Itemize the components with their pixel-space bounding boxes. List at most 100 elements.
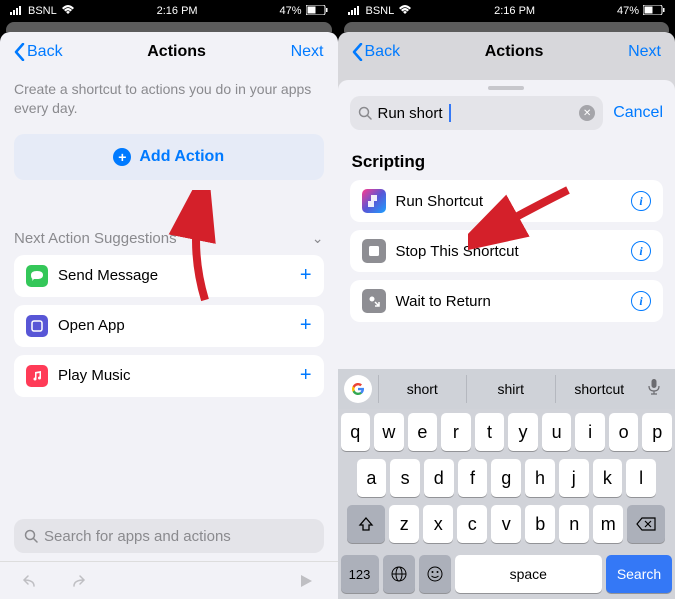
wifi-icon [61, 5, 75, 18]
description-text: Create a shortcut to actions you do in y… [14, 80, 324, 118]
key-globe[interactable] [383, 555, 415, 593]
key-z[interactable]: z [389, 505, 419, 543]
info-icon[interactable]: i [631, 291, 651, 311]
result-run-shortcut[interactable]: Run Shortcut i [350, 180, 664, 222]
cancel-button[interactable]: Cancel [613, 104, 663, 122]
key-c[interactable]: c [457, 505, 487, 543]
key-n[interactable]: n [559, 505, 589, 543]
sheet-grabber[interactable] [488, 86, 524, 90]
key-g[interactable]: g [491, 459, 521, 497]
microphone-icon[interactable] [647, 378, 669, 401]
key-emoji[interactable] [419, 555, 451, 593]
search-field[interactable]: Search for apps and actions [14, 519, 324, 553]
right-screenshot: BSNL 2:16 PM 47% Back Actions Next Run s… [338, 0, 675, 599]
suggestion-label: Send Message [58, 267, 300, 284]
clear-icon[interactable]: ✕ [579, 105, 595, 121]
result-stop-shortcut[interactable]: Stop This Shortcut i [350, 230, 664, 272]
key-m[interactable]: m [593, 505, 623, 543]
left-screenshot: BSNL 2:16 PM 47% Back Actions Next Creat… [0, 0, 338, 599]
add-icon: + [300, 314, 312, 337]
key-t[interactable]: t [475, 413, 505, 451]
key-r[interactable]: r [441, 413, 471, 451]
bottom-toolbar [0, 561, 338, 599]
status-bar: BSNL 2:16 PM 47% [0, 0, 338, 22]
music-icon [26, 365, 48, 387]
info-icon[interactable]: i [631, 191, 651, 211]
search-sheet: Run short ✕ Cancel Scripting Run Shortcu… [338, 80, 675, 599]
key-f[interactable]: f [458, 459, 488, 497]
key-b[interactable]: b [525, 505, 555, 543]
key-v[interactable]: v [491, 505, 521, 543]
undo-button[interactable] [20, 569, 44, 593]
search-input[interactable]: Run short ✕ [350, 96, 604, 130]
suggestion-play-music[interactable]: Play Music + [14, 355, 324, 397]
nav-bar: Back Actions Next [338, 32, 675, 72]
suggestion-label: Play Music [58, 367, 300, 384]
wait-icon [362, 289, 386, 313]
key-k[interactable]: k [593, 459, 623, 497]
key-l[interactable]: l [626, 459, 656, 497]
keyboard-suggestion[interactable]: short [378, 375, 467, 403]
key-x[interactable]: x [423, 505, 453, 543]
add-icon: + [300, 264, 312, 287]
back-label: Back [365, 43, 401, 61]
key-w[interactable]: w [374, 413, 404, 451]
search-icon [24, 529, 38, 543]
key-shift[interactable] [347, 505, 385, 543]
add-action-label: Add Action [139, 148, 224, 166]
run-button[interactable] [294, 569, 318, 593]
status-time: 2:16 PM [494, 5, 535, 17]
key-o[interactable]: o [609, 413, 639, 451]
key-j[interactable]: j [559, 459, 589, 497]
info-icon[interactable]: i [631, 241, 651, 261]
status-time: 2:16 PM [157, 5, 198, 17]
result-wait-return[interactable]: Wait to Return i [350, 280, 664, 322]
key-u[interactable]: u [542, 413, 572, 451]
key-p[interactable]: p [642, 413, 672, 451]
google-icon[interactable] [344, 375, 372, 403]
page-title: Actions [147, 43, 206, 61]
plus-circle-icon: + [113, 148, 131, 166]
suggestion-open-app[interactable]: Open App + [14, 305, 324, 347]
key-s[interactable]: s [390, 459, 420, 497]
back-button[interactable]: Back [14, 43, 63, 61]
suggestions-header[interactable]: Next Action Suggestions ⌄ [14, 230, 324, 247]
key-a[interactable]: a [357, 459, 387, 497]
keyboard: short shirt shortcut qwertyuiop asdfghjk… [338, 369, 675, 599]
open-app-icon [26, 315, 48, 337]
sheet-stack-layer [344, 22, 670, 32]
key-search[interactable]: Search [606, 555, 672, 593]
nav-bar: Back Actions Next [0, 32, 338, 72]
key-123[interactable]: 123 [341, 555, 379, 593]
key-d[interactable]: d [424, 459, 454, 497]
key-space[interactable]: space [455, 555, 603, 593]
redo-button[interactable] [64, 569, 88, 593]
result-label: Wait to Return [396, 293, 632, 310]
signal-icon [348, 5, 362, 18]
key-e[interactable]: e [408, 413, 438, 451]
key-backspace[interactable] [627, 505, 665, 543]
page-title: Actions [485, 43, 544, 61]
shortcuts-app-icon [362, 189, 386, 213]
stop-icon [362, 239, 386, 263]
back-button[interactable]: Back [352, 43, 401, 61]
suggestion-send-message[interactable]: Send Message + [14, 255, 324, 297]
message-icon [26, 265, 48, 287]
chevron-down-icon: ⌄ [312, 230, 324, 247]
key-h[interactable]: h [525, 459, 555, 497]
status-bar: BSNL 2:16 PM 47% [338, 0, 675, 22]
keyboard-suggestion[interactable]: shirt [466, 375, 555, 403]
key-y[interactable]: y [508, 413, 538, 451]
next-button[interactable]: Next [628, 43, 661, 61]
next-button[interactable]: Next [291, 43, 324, 61]
carrier-label: BSNL [28, 5, 57, 17]
search-icon [358, 106, 372, 120]
key-i[interactable]: i [575, 413, 605, 451]
wifi-icon [398, 5, 412, 18]
battery-icon [306, 5, 328, 18]
add-action-button[interactable]: + Add Action [14, 134, 324, 180]
keyboard-suggestions: short shirt shortcut [338, 369, 675, 409]
keyboard-suggestion[interactable]: shortcut [555, 375, 644, 403]
battery-label: 47% [617, 5, 639, 17]
key-q[interactable]: q [341, 413, 371, 451]
